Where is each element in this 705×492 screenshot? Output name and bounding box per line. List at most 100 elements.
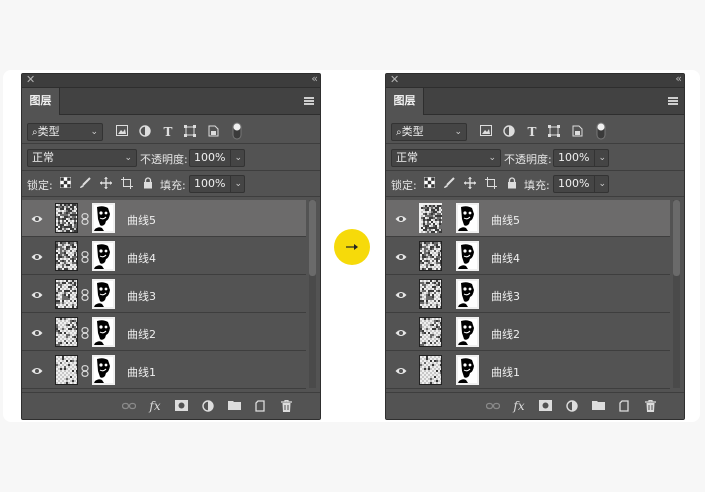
layer-mask-thumbnail[interactable] bbox=[92, 241, 115, 271]
link-chain-icon[interactable] bbox=[81, 289, 89, 301]
link-layers-icon[interactable] bbox=[485, 400, 501, 413]
adjustment-layer-thumbnail[interactable] bbox=[55, 279, 78, 309]
eye-icon[interactable] bbox=[31, 327, 43, 336]
layer-mask-thumbnail[interactable] bbox=[456, 203, 479, 233]
lock-image-pixels-icon[interactable] bbox=[442, 177, 456, 191]
layer-mask-thumbnail[interactable] bbox=[92, 355, 115, 385]
layer-row[interactable]: 曲线2 bbox=[22, 314, 306, 351]
new-adjustment-icon[interactable] bbox=[201, 400, 215, 413]
adjustment-layer-thumbnail[interactable] bbox=[419, 279, 442, 309]
blend-mode-dropdown[interactable]: 正常 ⌄ bbox=[27, 149, 137, 167]
layer-list-scrollbar[interactable] bbox=[309, 200, 316, 388]
eye-icon[interactable] bbox=[395, 213, 407, 222]
new-layer-icon[interactable] bbox=[253, 400, 267, 413]
close-icon[interactable]: ✕ bbox=[390, 74, 399, 86]
lock-artboard-icon[interactable] bbox=[120, 177, 134, 191]
layer-mask-thumbnail[interactable] bbox=[456, 279, 479, 309]
fill-field[interactable]: 100% ⌄ bbox=[189, 175, 245, 193]
image-filter-icon[interactable] bbox=[479, 125, 493, 139]
adjustment-filter-icon[interactable] bbox=[502, 125, 516, 139]
type-filter-icon[interactable]: T bbox=[161, 125, 175, 139]
shape-filter-icon[interactable] bbox=[547, 125, 561, 139]
chevron-down-icon[interactable]: ⌄ bbox=[230, 150, 242, 166]
layer-mask-thumbnail[interactable] bbox=[456, 355, 479, 385]
link-chain-icon[interactable] bbox=[81, 251, 89, 263]
eye-icon[interactable] bbox=[395, 289, 407, 298]
lock-image-pixels-icon[interactable] bbox=[78, 177, 92, 191]
link-chain-icon[interactable] bbox=[81, 213, 89, 225]
opacity-field[interactable]: 100% ⌄ bbox=[553, 149, 609, 167]
layer-row[interactable]: 曲线3 bbox=[22, 276, 306, 313]
adjustment-layer-thumbnail[interactable] bbox=[55, 203, 78, 233]
tab-layers[interactable]: 图层 bbox=[386, 88, 424, 115]
filter-type-dropdown[interactable]: ⌕类型 ⌄ bbox=[27, 123, 103, 141]
adjustment-layer-thumbnail[interactable] bbox=[55, 317, 78, 347]
shape-filter-icon[interactable] bbox=[183, 125, 197, 139]
adjustment-layer-thumbnail[interactable] bbox=[55, 241, 78, 271]
layer-row[interactable]: 曲线1 bbox=[386, 352, 670, 389]
add-mask-icon[interactable] bbox=[174, 400, 188, 413]
adjustment-layer-thumbnail[interactable] bbox=[419, 203, 442, 233]
adjustment-layer-thumbnail[interactable] bbox=[419, 355, 442, 385]
delete-layer-icon[interactable] bbox=[643, 399, 657, 413]
new-group-icon[interactable] bbox=[227, 400, 241, 413]
layer-mask-thumbnail[interactable] bbox=[456, 317, 479, 347]
layer-mask-thumbnail[interactable] bbox=[92, 317, 115, 347]
adjustment-layer-thumbnail[interactable] bbox=[419, 317, 442, 347]
fx-icon[interactable]: fx bbox=[148, 400, 162, 413]
eye-icon[interactable] bbox=[395, 251, 407, 260]
new-group-icon[interactable] bbox=[591, 400, 605, 413]
eye-icon[interactable] bbox=[31, 365, 43, 374]
opacity-field[interactable]: 100% ⌄ bbox=[189, 149, 245, 167]
link-chain-icon[interactable] bbox=[81, 365, 89, 377]
lock-transparent-pixels-icon[interactable] bbox=[58, 177, 72, 191]
fill-field[interactable]: 100% ⌄ bbox=[553, 175, 609, 193]
lock-position-icon[interactable] bbox=[463, 177, 477, 191]
adjustment-filter-icon[interactable] bbox=[138, 125, 152, 139]
link-layers-icon[interactable] bbox=[121, 400, 137, 413]
panel-menu-icon[interactable] bbox=[304, 97, 314, 105]
layer-row[interactable]: 曲线4 bbox=[22, 238, 306, 275]
eye-icon[interactable] bbox=[31, 213, 43, 222]
layer-list-scrollbar[interactable] bbox=[673, 200, 680, 388]
lock-all-icon[interactable] bbox=[505, 177, 519, 191]
panel-menu-icon[interactable] bbox=[668, 97, 678, 105]
layer-row[interactable]: 曲线5 bbox=[22, 200, 306, 237]
blend-mode-dropdown[interactable]: 正常 ⌄ bbox=[391, 149, 501, 167]
filter-toggle-icon[interactable] bbox=[230, 122, 244, 140]
new-adjustment-icon[interactable] bbox=[565, 400, 579, 413]
smart-object-filter-icon[interactable] bbox=[570, 125, 584, 139]
fx-icon[interactable]: fx bbox=[512, 400, 526, 413]
eye-icon[interactable] bbox=[395, 365, 407, 374]
adjustment-layer-thumbnail[interactable] bbox=[55, 355, 78, 385]
layer-row[interactable]: 曲线1 bbox=[22, 352, 306, 389]
delete-layer-icon[interactable] bbox=[279, 399, 293, 413]
filter-type-dropdown[interactable]: ⌕类型 ⌄ bbox=[391, 123, 467, 141]
collapse-icon[interactable]: ‹‹ bbox=[675, 74, 682, 85]
lock-position-icon[interactable] bbox=[99, 177, 113, 191]
tab-layers[interactable]: 图层 bbox=[22, 88, 60, 115]
adjustment-layer-thumbnail[interactable] bbox=[419, 241, 442, 271]
scrollbar-thumb[interactable] bbox=[309, 200, 316, 276]
chevron-down-icon[interactable]: ⌄ bbox=[594, 150, 606, 166]
lock-transparent-pixels-icon[interactable] bbox=[422, 177, 436, 191]
chevron-down-icon[interactable]: ⌄ bbox=[230, 176, 242, 192]
type-filter-icon[interactable]: T bbox=[525, 125, 539, 139]
lock-artboard-icon[interactable] bbox=[484, 177, 498, 191]
image-filter-icon[interactable] bbox=[115, 125, 129, 139]
chevron-down-icon[interactable]: ⌄ bbox=[594, 176, 606, 192]
close-icon[interactable]: ✕ bbox=[26, 74, 35, 86]
lock-all-icon[interactable] bbox=[141, 177, 155, 191]
collapse-icon[interactable]: ‹‹ bbox=[311, 74, 318, 85]
layer-row[interactable]: 曲线4 bbox=[386, 238, 670, 275]
link-chain-icon[interactable] bbox=[81, 327, 89, 339]
smart-object-filter-icon[interactable] bbox=[206, 125, 220, 139]
eye-icon[interactable] bbox=[31, 251, 43, 260]
eye-icon[interactable] bbox=[31, 289, 43, 298]
layer-row[interactable]: 曲线2 bbox=[386, 314, 670, 351]
layer-mask-thumbnail[interactable] bbox=[456, 241, 479, 271]
filter-toggle-icon[interactable] bbox=[594, 122, 608, 140]
scrollbar-thumb[interactable] bbox=[673, 200, 680, 276]
layer-row[interactable]: 曲线3 bbox=[386, 276, 670, 313]
layer-mask-thumbnail[interactable] bbox=[92, 203, 115, 233]
